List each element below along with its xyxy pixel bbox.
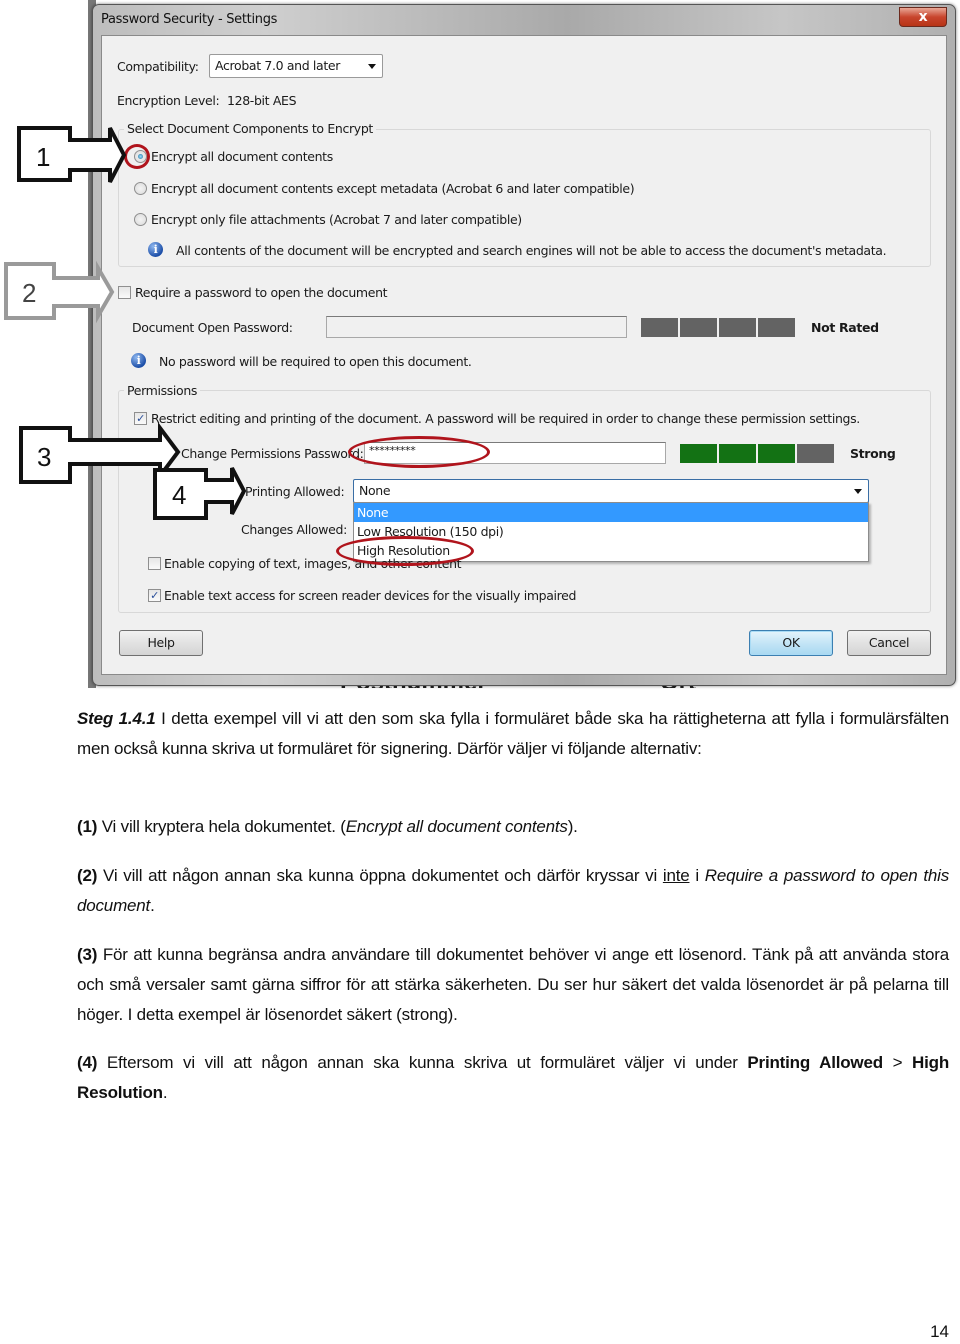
step-paragraph: Steg 1.4.1 I detta exempel vill vi att d… — [77, 704, 949, 764]
printing-option-none[interactable]: None — [354, 503, 868, 522]
step-intro-text: I detta exempel vill vi att den som ska … — [77, 709, 950, 758]
item-3-number: (3) — [77, 945, 98, 964]
ok-button[interactable]: OK — [749, 630, 833, 656]
help-button[interactable]: Help — [119, 630, 203, 656]
screen-reader-checkbox[interactable]: ✓ — [148, 589, 161, 602]
item-4-number: (4) — [77, 1053, 98, 1072]
open-password-strength-meter — [641, 318, 795, 337]
open-password-input[interactable] — [326, 316, 627, 338]
callout-4 — [153, 467, 247, 520]
item-2-number: (2) — [77, 866, 98, 885]
item-1-italic: Encrypt all document contents — [345, 817, 568, 836]
annotation-ring-high-resolution — [336, 536, 474, 566]
strength-segment — [641, 318, 678, 337]
open-password-strength-label: Not Rated — [811, 320, 879, 335]
strength-segment — [719, 318, 756, 337]
item-4-text: Eftersom vi vill att någon annan ska kun… — [97, 1053, 748, 1072]
annotation-ring-password — [348, 436, 490, 468]
item-4-end: . — [162, 1083, 168, 1102]
strength-segment — [719, 444, 756, 463]
close-button[interactable]: x — [899, 7, 947, 27]
callout-2-number: 2 — [22, 278, 36, 308]
item-3-paragraph: (3) För att kunna begränsa andra använda… — [77, 940, 949, 1030]
chevron-down-icon — [854, 489, 862, 494]
enable-copying-checkbox[interactable] — [148, 557, 161, 570]
chevron-down-icon — [368, 64, 376, 69]
item-1-number: (1) — [77, 817, 98, 836]
callout-arrows: 1 2 3 4 — [4, 126, 247, 520]
permissions-password-strength-label: Strong — [850, 446, 896, 461]
step-label: Steg 1.4.1 — [77, 709, 156, 728]
components-info-text: All contents of the document will be enc… — [176, 243, 887, 258]
item-1-text: Vi vill kryptera hela dokumentet. ( — [97, 817, 346, 836]
strength-segment — [758, 444, 795, 463]
item-2-text: Vi vill att någon annan ska kunna öppna … — [97, 866, 663, 885]
item-4-mid: > — [882, 1053, 913, 1072]
printing-allowed-value: None — [359, 483, 391, 498]
page-number: 14 — [930, 1322, 949, 1341]
item-4-bold-printing: Printing Allowed — [747, 1053, 883, 1072]
strength-segment — [680, 444, 717, 463]
strength-segment — [797, 444, 834, 463]
callout-1 — [17, 126, 127, 183]
strength-segment — [758, 318, 795, 337]
item-2-underline: inte — [662, 866, 690, 885]
cancel-button[interactable]: Cancel — [847, 630, 931, 656]
callout-4-number: 4 — [172, 480, 186, 510]
screen-reader-label[interactable]: Enable text access for screen reader dev… — [164, 588, 576, 603]
item-1-paragraph: (1) Vi vill kryptera hela dokumentet. (E… — [77, 812, 949, 842]
callout-1-number: 1 — [36, 142, 50, 172]
item-1-end: ). — [567, 817, 578, 836]
item-4-paragraph: (4) Eftersom vi vill att någon annan ska… — [77, 1048, 949, 1108]
permissions-password-strength-meter — [680, 444, 834, 463]
item-2-end: . — [150, 896, 155, 915]
printing-allowed-select[interactable]: None — [353, 479, 869, 503]
strength-segment — [680, 318, 717, 337]
item-2-paragraph: (2) Vi vill att någon annan ska kunna öp… — [77, 861, 949, 921]
item-2-mid: i — [689, 866, 705, 885]
item-3-text: För att kunna begränsa andra användare t… — [77, 945, 949, 1024]
close-icon: x — [918, 9, 928, 25]
callout-3-number: 3 — [37, 442, 51, 472]
